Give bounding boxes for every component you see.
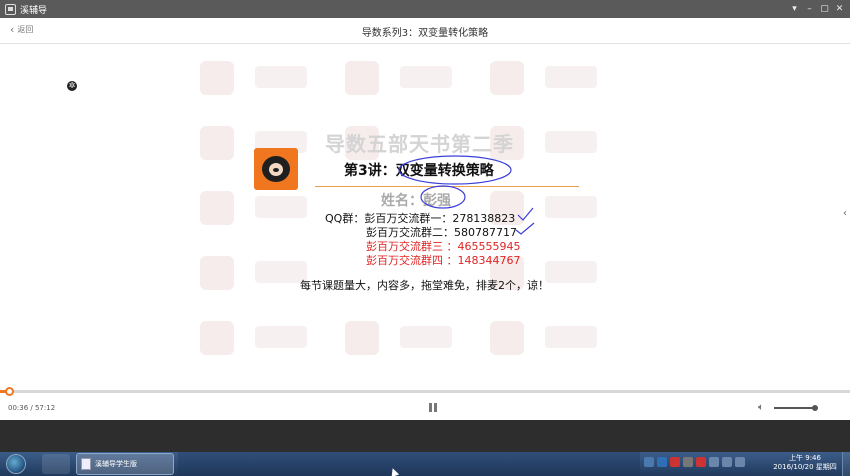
taskbar-item[interactable]: 溪辅导学生版 [76,453,174,475]
shield-icon[interactable] [657,457,667,467]
tray-app-icon[interactable] [696,457,706,467]
window-controls: ▾ – ▢ ✕ [788,2,846,15]
dropdown-icon[interactable]: ▾ [788,2,801,15]
settings-star-icon[interactable]: ✲ [67,81,77,91]
network-icon[interactable] [709,457,719,467]
volume-slider[interactable] [774,405,819,411]
start-button[interactable] [6,454,26,474]
progress-handle[interactable] [4,387,14,396]
tray-app-icon[interactable] [644,457,654,467]
taskbar-clock[interactable]: 上午 9:46 2016/10/20 星期四 [770,454,840,472]
time-readout: 00:36 / 57:12 [8,404,56,412]
monkey-logo-icon [254,148,298,190]
clock-time: 上午 9:46 [789,454,821,462]
maximize-icon[interactable]: ▢ [818,2,831,15]
player-controls: 00:36 / 57:12 🔈︎ [0,387,850,420]
tray-app-icon[interactable] [683,457,693,467]
class-notice: 每节课题量大，内容多，拖堂难免，排麦2个，谅！ [300,279,549,292]
system-tray [644,457,745,467]
teacher-name: 姓名：彭强 [381,193,451,209]
lesson-title: 导数系列3：双变量转化策略 [361,28,489,39]
qq-group-line: 彭百万交流群四 ：148344767 [366,254,521,267]
video-stage[interactable]: 导数五部天书第二季 第3讲：双变量转换策略 姓名：彭强 QQ群：彭百万交流群一：… [0,44,850,390]
clock-date: 2016/10/20 星期四 [773,463,837,471]
speaker-icon[interactable] [735,457,745,467]
close-icon[interactable]: ✕ [833,2,846,15]
volume-handle[interactable] [812,405,819,411]
title-divider [315,186,579,187]
show-desktop-button[interactable] [842,452,850,476]
tray-app-icon[interactable] [670,457,680,467]
progress-bar[interactable] [0,387,850,396]
series-title: 导数五部天书第二季 [325,132,514,156]
taskbar-item-label: 溪辅导学生版 [95,460,137,468]
pinned-app-icon[interactable] [42,454,70,474]
volume-icon[interactable]: 🔈︎ [758,402,764,413]
flag-icon[interactable] [722,457,732,467]
app-logo-icon [5,3,16,15]
taskbar-empty-area [178,452,640,476]
player-bottom-band [0,420,850,452]
app-title: 溪辅导 [20,5,48,16]
windows-taskbar: 溪辅导学生版 上午 9:46 2016/10/20 星期四 [0,452,850,476]
app-window: 溪辅导 ▾ – ▢ ✕ ‹ 返回 导数系列3：双变量转化策略 导数五部天书第二季… [0,0,850,476]
title-bar: 溪辅导 ▾ – ▢ ✕ [0,0,850,18]
volume-fill [774,407,816,409]
chevron-left-icon[interactable]: ‹ [843,208,850,222]
document-icon [81,458,91,470]
lecture-title: 第3讲：双变量转换策略 [344,163,494,179]
lesson-header: ‹ 返回 导数系列3：双变量转化策略 [0,18,850,44]
minimize-icon[interactable]: – [803,2,816,15]
pause-button[interactable] [429,403,437,412]
